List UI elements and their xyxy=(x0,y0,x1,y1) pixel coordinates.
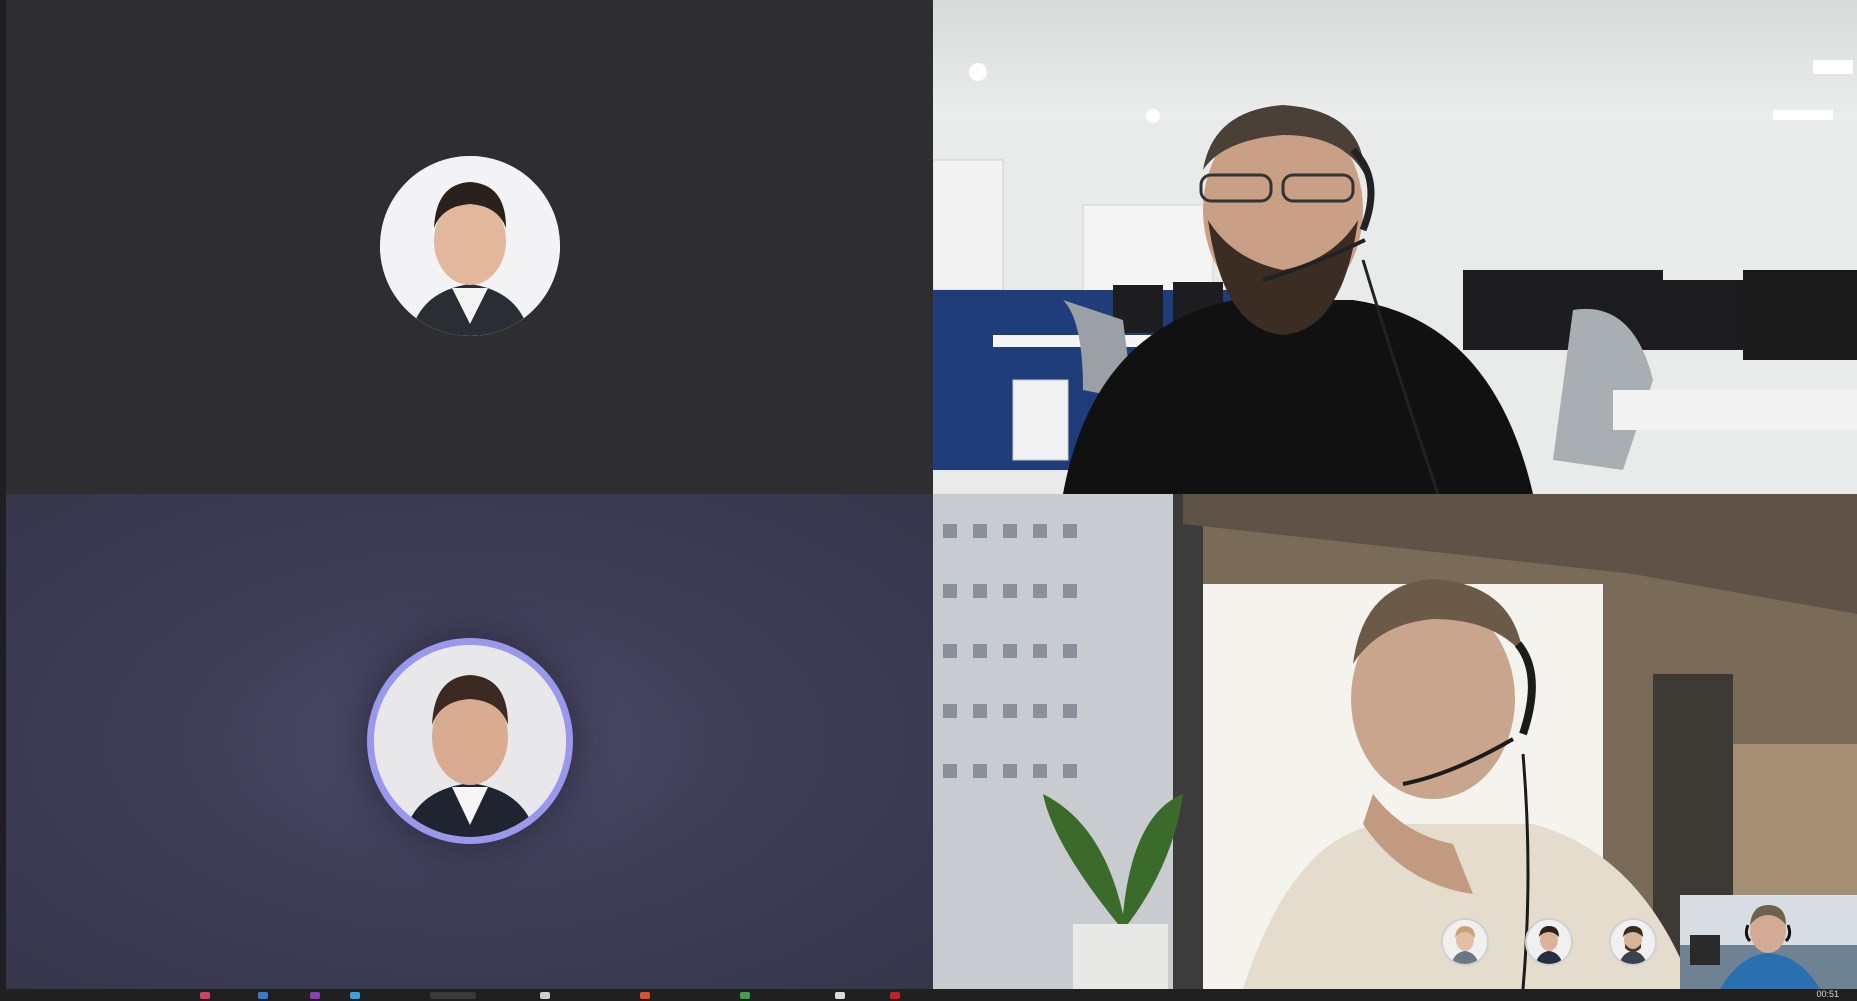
taskbar-app-icon[interactable] xyxy=(200,992,210,999)
self-view-video[interactable] xyxy=(1680,895,1857,989)
taskbar-app-icon[interactable] xyxy=(835,992,845,999)
participant-2-video xyxy=(933,0,1857,494)
participant-1-avatar xyxy=(380,156,560,336)
taskbar-app-icon[interactable] xyxy=(350,992,360,999)
taskbar-app-icon[interactable] xyxy=(740,992,750,999)
taskbar: 00:51 xyxy=(0,989,1857,1001)
overflow-participant-3-avatar[interactable] xyxy=(1609,918,1657,966)
taskbar-app-icon[interactable] xyxy=(640,992,650,999)
taskbar-app-icon[interactable] xyxy=(310,992,320,999)
overflow-participant-2-avatar[interactable] xyxy=(1525,918,1573,966)
taskbar-active-app-icon[interactable] xyxy=(430,992,476,999)
overflow-participant-1-avatar[interactable] xyxy=(1441,918,1489,966)
taskbar-clock[interactable]: 00:51 xyxy=(1816,989,1839,1000)
participant-tile-3[interactable] xyxy=(0,494,933,989)
participant-tile-2[interactable] xyxy=(933,0,1857,494)
left-window-edge xyxy=(0,0,6,989)
participant-tile-1[interactable] xyxy=(0,0,933,494)
participant-tile-4[interactable] xyxy=(933,494,1857,989)
participant-3-avatar xyxy=(374,645,566,837)
taskbar-app-icon[interactable] xyxy=(890,992,900,999)
taskbar-app-icon[interactable] xyxy=(258,992,268,999)
taskbar-app-icon[interactable] xyxy=(540,992,550,999)
